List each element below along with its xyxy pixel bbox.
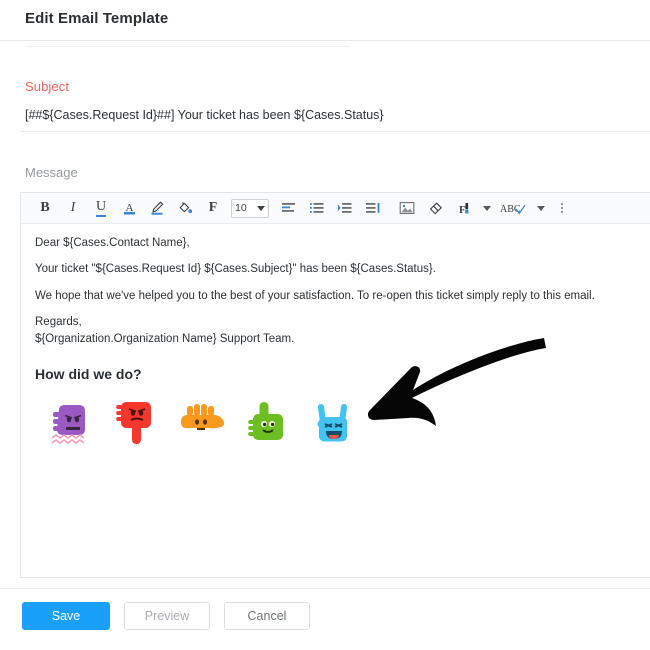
spellcheck-dropdown[interactable]	[531, 195, 551, 221]
italic-button[interactable]: I	[59, 195, 87, 221]
body-greeting: Dear ${Cases.Contact Name},	[35, 237, 190, 249]
underline-glyph: U	[95, 199, 107, 217]
cancel-button[interactable]: Cancel	[224, 602, 310, 630]
text-color-button[interactable]: A	[115, 195, 143, 221]
format-paint-dropdown[interactable]	[477, 195, 497, 221]
bold-button[interactable]: B	[31, 195, 59, 221]
preview-button[interactable]: Preview	[124, 602, 210, 630]
pen-icon	[151, 201, 164, 215]
align-button[interactable]	[275, 195, 303, 221]
chevron-down-icon	[483, 205, 491, 211]
underline-button[interactable]: U	[87, 195, 115, 221]
edit-email-template-page: Edit Email Template Subject [##${Cases.R…	[0, 0, 650, 650]
save-button[interactable]: Save	[22, 602, 110, 630]
body-ticket-line: Your ticket "${Cases.Request Id} ${Cases…	[35, 263, 436, 276]
text-color-icon: A	[123, 202, 135, 215]
insert-image-button[interactable]	[393, 195, 421, 221]
rating-rock-on-blue[interactable]	[311, 396, 359, 452]
editor-content[interactable]: Dear ${Cases.Contact Name}, Your ticket …	[21, 224, 650, 577]
spellcheck-button[interactable]: ABC	[497, 195, 531, 221]
subject-underline	[20, 131, 650, 132]
paint-bucket-icon	[179, 202, 193, 214]
rating-thumbs-down-red[interactable]	[113, 396, 161, 452]
spellcheck-icon: ABC	[500, 204, 526, 215]
outdent-button[interactable]	[359, 195, 387, 221]
align-left-icon	[282, 203, 295, 212]
indent-icon	[338, 203, 352, 213]
kebab-menu-icon	[561, 207, 563, 209]
more-options-button[interactable]	[551, 195, 573, 221]
outdent-icon	[366, 203, 380, 213]
subject-input[interactable]: [##${Cases.Request Id}##] Your ticket ha…	[25, 108, 384, 122]
chevron-down-icon	[537, 205, 545, 211]
footer-actions: Save Preview Cancel	[0, 588, 650, 650]
body-hope-line: We hope that we've helped you to the bes…	[35, 289, 595, 302]
svg-text:F: F	[459, 204, 466, 216]
rating-flat-hand-orange[interactable]	[179, 396, 227, 452]
rating-thumbs-up-green[interactable]	[245, 396, 293, 452]
fill-color-button[interactable]	[171, 195, 199, 221]
editor-toolbar: B I U A F 10 F ABC	[21, 193, 650, 224]
body-regards: Regards,	[35, 316, 82, 329]
svg-text:ABC: ABC	[500, 204, 521, 215]
body-signature: ${Organization.Organization Name} Suppor…	[35, 332, 295, 345]
format-paint-button[interactable]: F	[449, 195, 477, 221]
font-size-value: 10	[235, 202, 247, 214]
rating-heading: How did we do?	[35, 365, 142, 382]
font-family-button[interactable]: F	[199, 195, 227, 221]
eraser-button[interactable]	[421, 195, 449, 221]
header-sub-divider	[25, 46, 350, 47]
page-header: Edit Email Template	[0, 0, 650, 41]
message-editor: B I U A F 10 F ABC Dear ${Cases.Contact …	[20, 192, 650, 578]
highlight-button[interactable]	[143, 195, 171, 221]
unordered-list-button[interactable]	[303, 195, 331, 221]
chevron-down-icon	[257, 205, 265, 211]
bullet-list-icon	[310, 203, 324, 213]
page-title: Edit Email Template	[25, 10, 169, 27]
indent-button[interactable]	[331, 195, 359, 221]
format-paint-icon: F	[459, 202, 468, 216]
eraser-icon	[429, 201, 442, 214]
rating-hands-row	[47, 396, 636, 452]
subject-label: Subject	[25, 79, 70, 94]
font-size-select[interactable]: 10	[231, 198, 269, 218]
message-label: Message	[25, 165, 78, 180]
rating-fist-purple[interactable]	[47, 396, 95, 452]
image-icon	[399, 202, 415, 214]
